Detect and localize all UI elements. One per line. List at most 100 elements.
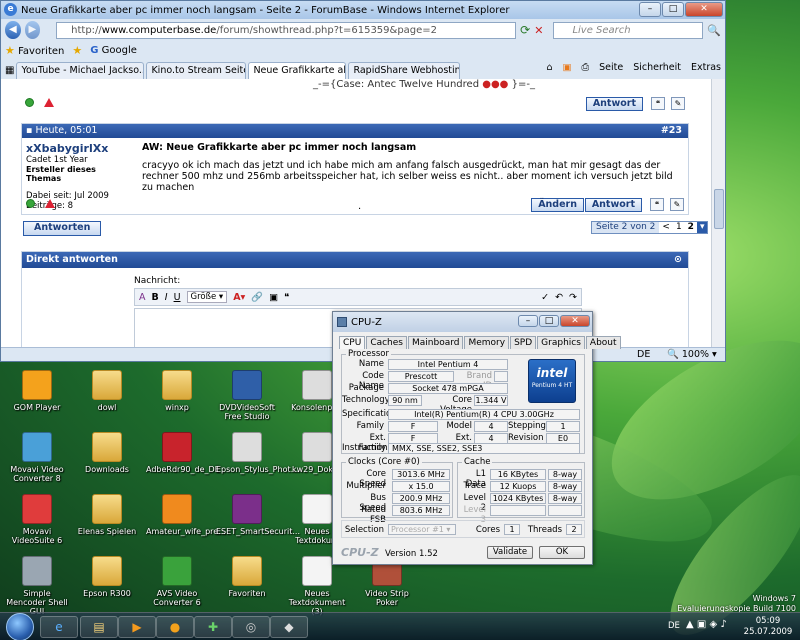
desktop-icon[interactable]: Simple Mencoder Shell GUI: [6, 556, 68, 616]
security-menu[interactable]: Sicherheit: [633, 62, 681, 73]
search-icon[interactable]: 🔍: [707, 24, 721, 37]
user-name[interactable]: xXbabygirlXx: [26, 142, 122, 155]
desktop-icon[interactable]: winxp: [146, 370, 208, 412]
selection-select[interactable]: Processor #1 ▾: [388, 524, 456, 535]
scrollbar-thumb[interactable]: [714, 189, 724, 229]
undo-icon[interactable]: ↶: [555, 292, 563, 303]
taskbar-ie-icon[interactable]: e: [40, 616, 78, 638]
stop-icon[interactable]: ✕: [534, 24, 543, 37]
desktop-icon[interactable]: Amateur_wife_pre...: [146, 494, 226, 536]
page-menu-icon[interactable]: ▾: [696, 222, 708, 233]
validate-button[interactable]: Validate: [487, 546, 533, 559]
desktop-icon[interactable]: DVDVideoSoft Free Studio: [216, 370, 278, 421]
taskbar-explorer-icon[interactable]: ▤: [80, 616, 118, 638]
extras-menu[interactable]: Extras: [691, 62, 721, 73]
tab-cpu[interactable]: CPU: [339, 336, 366, 349]
desktop-icon[interactable]: dowl: [76, 370, 138, 412]
tab-kino[interactable]: Kino.to Stream Seite - Seri...: [146, 62, 247, 79]
feeds-icon[interactable]: ▣: [563, 62, 572, 73]
cpuz-close-button[interactable]: ✕: [560, 315, 590, 327]
desktop-icon[interactable]: GOM Player: [6, 370, 68, 412]
quote-icon[interactable]: ❝: [284, 292, 289, 303]
multiquote-icon[interactable]: ❝: [651, 97, 665, 110]
redo-icon[interactable]: ↷: [569, 292, 581, 303]
tray-lang[interactable]: DE: [668, 621, 680, 631]
taskbar-mediaplayer-icon[interactable]: ▶: [118, 616, 156, 638]
desktop-icon[interactable]: AVS Video Converter 6: [146, 556, 208, 607]
print-icon[interactable]: ⎙: [582, 62, 590, 73]
search-input[interactable]: Live Search: [553, 21, 704, 39]
folder-icon: [92, 556, 122, 586]
tab-forumbase[interactable]: Neue Grafikkarte aber ...: [248, 62, 347, 79]
desktop-icon[interactable]: Epson_Stylus_Phot...: [216, 432, 298, 474]
maximize-button[interactable]: □: [662, 2, 684, 17]
google-link[interactable]: G Google: [90, 45, 137, 56]
zoom-control[interactable]: 🔍 100% ▾: [667, 349, 717, 360]
refresh-icon[interactable]: ⟳: [520, 23, 530, 37]
tab-about[interactable]: About: [585, 336, 621, 349]
cpuz-maximize-button[interactable]: □: [539, 315, 559, 327]
format-icon[interactable]: A: [139, 292, 146, 303]
size-select[interactable]: Größe ▾: [186, 291, 228, 303]
taskbar-messenger-icon[interactable]: ✚: [194, 616, 232, 638]
color-icon[interactable]: A▾: [233, 292, 245, 303]
report-icon[interactable]: [43, 98, 54, 107]
link-icon[interactable]: 🔗: [251, 292, 263, 303]
desktop-icon[interactable]: Movavi VideoSuite 6: [6, 494, 68, 545]
desktop-icon[interactable]: AdbeRdr90_de_DE: [146, 432, 220, 474]
desktop-icon[interactable]: ESET_SmartSecurit...: [216, 494, 300, 536]
desktop-icon[interactable]: Favoriten: [216, 556, 278, 598]
desktop-icon[interactable]: Movavi Video Converter 8: [6, 432, 68, 483]
favorites-button[interactable]: ★ Favoriten: [5, 44, 64, 57]
forward-button[interactable]: ▶: [24, 21, 41, 39]
add-favorite-icon[interactable]: ★: [72, 44, 82, 57]
report-icon[interactable]: [44, 199, 55, 208]
underline-button[interactable]: U: [174, 292, 181, 303]
address-bar[interactable]: http://www.computerbase.de/forum/showthr…: [56, 21, 517, 39]
tab-youtube[interactable]: YouTube - Michael Jackso...: [16, 62, 145, 79]
desktop-icon[interactable]: Elenas Spielen: [76, 494, 138, 536]
close-button[interactable]: ✕: [685, 2, 723, 17]
minimize-button[interactable]: –: [639, 2, 661, 17]
bold-button[interactable]: B: [152, 292, 159, 303]
tab-graphics[interactable]: Graphics: [537, 336, 585, 349]
start-button[interactable]: [6, 613, 34, 640]
post-number[interactable]: #23: [661, 124, 682, 138]
cpuz-titlebar[interactable]: CPU-Z – □ ✕: [333, 312, 592, 332]
image-icon[interactable]: ▣: [269, 292, 278, 303]
cpuz-minimize-button[interactable]: –: [518, 315, 538, 327]
tab-caches[interactable]: Caches: [366, 336, 407, 349]
tab-rapidshare[interactable]: RapidShare Webhosting +...: [348, 62, 461, 79]
page-prev[interactable]: <: [659, 222, 673, 233]
reply-button[interactable]: Antwort: [585, 97, 643, 111]
multiquote-icon[interactable]: ❝: [650, 198, 664, 211]
desktop-icon[interactable]: Neues Textdokument (3): [286, 556, 348, 616]
tab-memory[interactable]: Memory: [464, 336, 510, 349]
desktop-icon[interactable]: Downloads: [76, 432, 138, 474]
taskbar-cpuz-icon[interactable]: ◎: [232, 616, 270, 638]
italic-button[interactable]: I: [165, 292, 168, 303]
page-2[interactable]: 2: [684, 222, 697, 233]
quick-reply-icon[interactable]: ✎: [671, 97, 685, 110]
tab-spd[interactable]: SPD: [510, 336, 537, 349]
tray-icons[interactable]: ▲ ▣ ◈ ♪: [686, 619, 727, 630]
clock[interactable]: 05:09 25.07.2009: [740, 616, 796, 638]
reply-button[interactable]: Antwort: [584, 198, 642, 212]
quick-tabs-icon[interactable]: ▦: [5, 65, 14, 79]
back-button[interactable]: ◀: [5, 21, 21, 39]
ok-button[interactable]: OK: [539, 546, 585, 559]
taskbar-app-icon[interactable]: ◆: [270, 616, 308, 638]
page-1[interactable]: 1: [672, 222, 685, 233]
desktop-icon[interactable]: Epson R300: [76, 556, 138, 598]
page-scrollbar[interactable]: [711, 79, 725, 347]
home-icon[interactable]: ⌂: [547, 62, 553, 73]
collapse-icon[interactable]: ⊙: [674, 252, 682, 268]
quick-reply-icon[interactable]: ✎: [670, 198, 684, 211]
edit-button[interactable]: Ändern: [531, 198, 584, 212]
taskbar-gom-icon[interactable]: ●: [156, 616, 194, 638]
page-menu[interactable]: Seite: [599, 62, 623, 73]
ie-titlebar[interactable]: e Neue Grafikkarte aber pc immer noch la…: [1, 1, 725, 19]
antworten-button[interactable]: Antworten: [23, 221, 102, 236]
spellcheck-icon[interactable]: ✓: [541, 292, 549, 303]
tab-mainboard[interactable]: Mainboard: [408, 336, 464, 349]
